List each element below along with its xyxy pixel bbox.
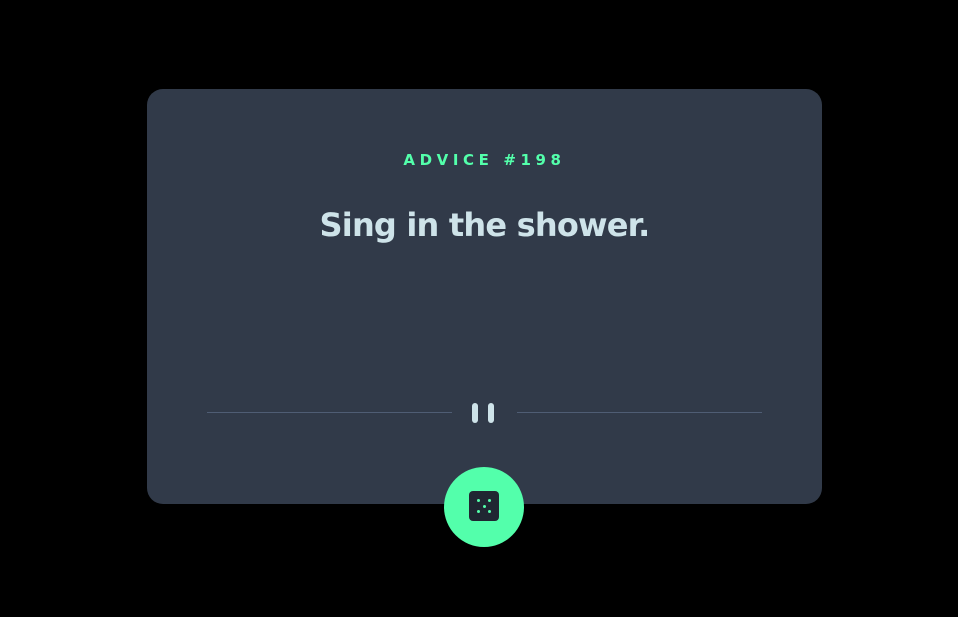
divider-line-right	[517, 412, 762, 413]
advice-card: ADVICE #198 Sing in the shower.	[147, 89, 822, 504]
new-advice-button[interactable]	[444, 467, 524, 547]
pause-icon	[472, 403, 498, 423]
dice-dot	[488, 510, 491, 513]
dice-dot	[482, 504, 486, 508]
dice-dot	[477, 510, 480, 513]
divider-line-left	[207, 412, 452, 413]
pause-bar-left	[472, 403, 478, 423]
advice-text: Sing in the shower.	[319, 206, 651, 244]
dice-dot	[488, 499, 491, 502]
dice-dot	[477, 499, 480, 502]
dice-icon	[469, 491, 499, 521]
advice-number: ADVICE #198	[403, 151, 566, 169]
pause-bar-right	[488, 403, 494, 423]
pattern-divider	[207, 401, 762, 425]
